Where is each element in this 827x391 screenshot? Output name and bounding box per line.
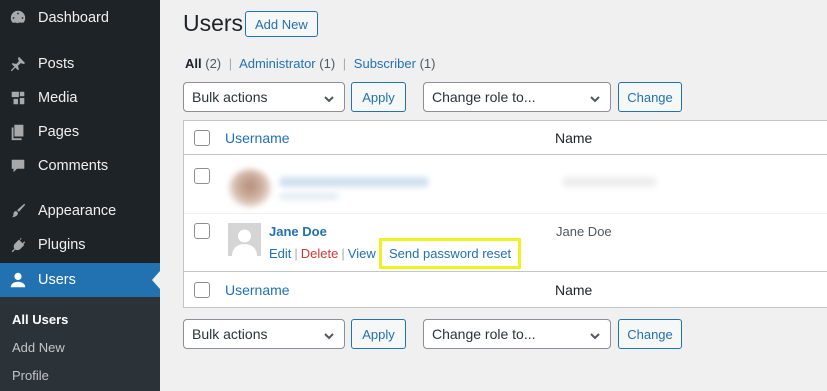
change-role-value: Change role to... [432,326,536,342]
users-table: Username Name Jane Doe Edit | Delete | View |… [183,120,827,308]
filter-subscriber-count: (1) [419,56,436,71]
submenu-add-new[interactable]: Add New [12,340,65,355]
delete-link[interactable]: Delete [301,246,339,261]
filter-separator: | [228,56,233,71]
pages-icon [8,122,28,142]
filter-all-count: (2) [205,56,222,71]
select-all-checkbox-footer[interactable] [194,282,210,298]
sidebar-item-label: Posts [38,56,75,72]
filter-administrator[interactable]: Administrator [239,56,316,71]
chevron-down-icon [589,92,601,104]
chevron-down-icon [589,329,601,341]
filter-all[interactable]: All [185,56,202,71]
change-role-select-bottom[interactable]: Change role to... [423,319,611,349]
user-icon [8,270,28,290]
action-separator: | [341,246,345,261]
user-display-name: Jane Doe [556,224,612,239]
filter-separator: | [342,56,347,71]
add-new-button[interactable]: Add New [245,11,318,37]
blurred-name [562,177,657,187]
apply-button-bottom[interactable]: Apply [351,319,406,349]
bulk-actions-select[interactable]: Bulk actions [183,82,345,112]
media-icon [8,88,28,108]
dashboard-icon [8,8,28,28]
sidebar-item-comments[interactable]: Comments [0,149,160,183]
sidebar-item-dashboard[interactable]: Dashboard [0,1,160,35]
bulk-actions-select-bottom[interactable]: Bulk actions [183,319,345,349]
filter-administrator-count: (1) [319,56,336,71]
plug-icon [8,235,28,255]
bulk-actions-value: Bulk actions [192,326,268,342]
pin-icon [8,54,28,74]
sidebar-item-label: Users [38,272,76,288]
comment-icon [8,156,28,176]
blurred-username [279,177,429,187]
username-column-footer[interactable]: Username [225,282,290,298]
sidebar-item-label: Media [38,90,78,106]
change-button-bottom[interactable]: Change [618,319,682,349]
sidebar-item-media[interactable]: Media [0,81,160,115]
row-divider [184,213,827,214]
avatar [229,169,271,207]
users-submenu: All Users Add New Profile [0,297,160,391]
page-title: Users [183,10,244,36]
sidebar-item-users[interactable]: Users [0,263,160,297]
row-checkbox[interactable] [194,168,210,184]
sidebar-item-label: Pages [38,124,80,140]
admin-sidebar: Dashboard Posts Media Pages Comments App… [0,0,160,391]
action-separator: | [294,246,298,261]
filter-subscriber[interactable]: Subscriber [354,56,416,71]
user-link[interactable]: Jane Doe [269,224,327,239]
submenu-profile[interactable]: Profile [12,368,49,383]
change-role-value: Change role to... [432,89,536,105]
sidebar-item-label: Appearance [38,203,117,219]
avatar [228,223,261,256]
name-column-header: Name [555,130,593,146]
bulk-actions-value: Bulk actions [192,89,268,105]
select-all-checkbox[interactable] [194,130,210,146]
sidebar-item-posts[interactable]: Posts [0,47,160,81]
sidebar-item-label: Comments [38,158,109,174]
submenu-all-users[interactable]: All Users [12,312,68,327]
highlight-box: Send password reset [379,238,521,269]
edit-link[interactable]: Edit [269,246,291,261]
brush-icon [8,201,28,221]
sidebar-item-appearance[interactable]: Appearance [0,194,160,228]
chevron-down-icon [323,92,335,104]
name-column-footer: Name [555,282,593,298]
change-button[interactable]: Change [618,82,682,112]
chevron-down-icon [323,329,335,341]
role-filter-links: All (2) | Administrator (1) | Subscriber… [185,56,435,71]
sidebar-item-label: Plugins [38,237,86,253]
row-actions: Edit | Delete | View | [269,246,385,261]
current-menu-arrow [152,271,160,289]
sidebar-item-plugins[interactable]: Plugins [0,228,160,262]
row-divider [184,271,827,272]
send-password-reset-link[interactable]: Send password reset [389,246,511,261]
blurred-row-actions [279,193,339,200]
view-link[interactable]: View [348,246,376,261]
sidebar-item-pages[interactable]: Pages [0,115,160,149]
change-role-select[interactable]: Change role to... [423,82,611,112]
apply-button[interactable]: Apply [351,82,406,112]
sidebar-item-label: Dashboard [38,10,109,26]
row-divider [184,154,827,155]
username-column-header[interactable]: Username [225,130,290,146]
row-checkbox[interactable] [194,223,210,239]
